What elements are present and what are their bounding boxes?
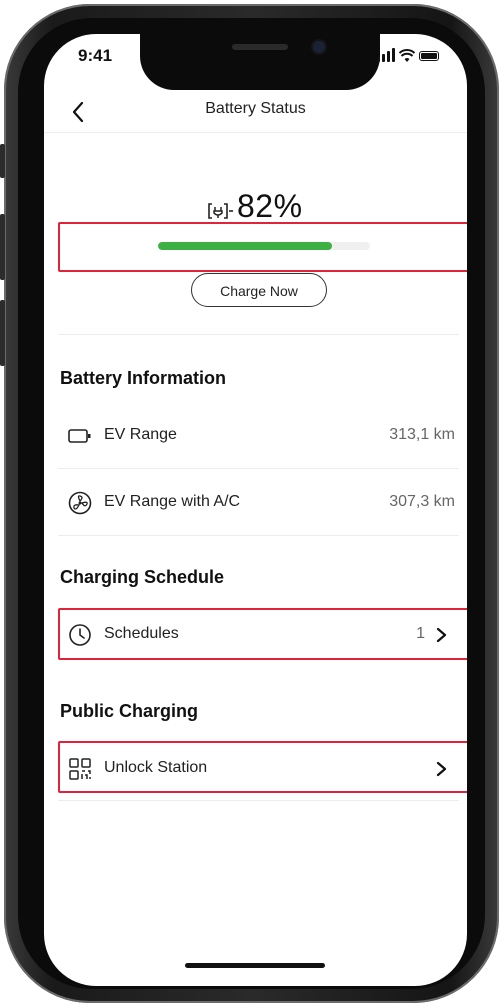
speaker-grille <box>232 44 288 50</box>
highlight-unlock-station <box>58 741 467 793</box>
highlight-schedules <box>58 608 467 660</box>
wifi-icon <box>399 49 415 62</box>
charging-schedule-title: Charging Schedule <box>60 567 225 587</box>
row-divider <box>58 468 459 469</box>
public-charging-title: Public Charging <box>60 701 199 721</box>
status-time: 9:41 <box>78 46 113 65</box>
charge-now-button[interactable]: Charge Now <box>191 273 327 307</box>
nav-divider <box>44 132 467 133</box>
battery-information-title: Battery Information <box>60 368 227 388</box>
ev-range-value: 313,1 km <box>389 426 455 443</box>
ev-range-ac-row: EV Range with A/C 307,3 km <box>58 477 459 529</box>
section-divider <box>58 535 459 536</box>
ev-range-label: EV Range <box>104 426 177 443</box>
fan-icon <box>68 491 92 515</box>
page-title: Battery Status <box>205 100 306 117</box>
ev-plug-icon <box>208 203 233 219</box>
ev-range-ac-label: EV Range with A/C <box>104 493 241 510</box>
section-divider <box>58 334 459 335</box>
battery-percentage: 82% <box>237 188 303 224</box>
status-icons <box>377 48 439 64</box>
row-divider <box>58 800 459 801</box>
ev-range-ac-value: 307,3 km <box>389 493 455 510</box>
app-screen: 9:41 Battery Status 82% Charge Now Batte… <box>44 34 467 986</box>
highlight-battery-bar <box>58 222 467 272</box>
battery-status-icon <box>419 51 439 61</box>
home-indicator[interactable] <box>185 963 325 968</box>
mute-switch <box>0 144 5 178</box>
front-camera <box>313 41 325 53</box>
notch <box>140 34 380 90</box>
battery-icon <box>68 429 91 443</box>
volume-down-button <box>0 300 5 366</box>
volume-up-button <box>0 214 5 280</box>
ev-range-row: EV Range 313,1 km <box>58 410 459 462</box>
